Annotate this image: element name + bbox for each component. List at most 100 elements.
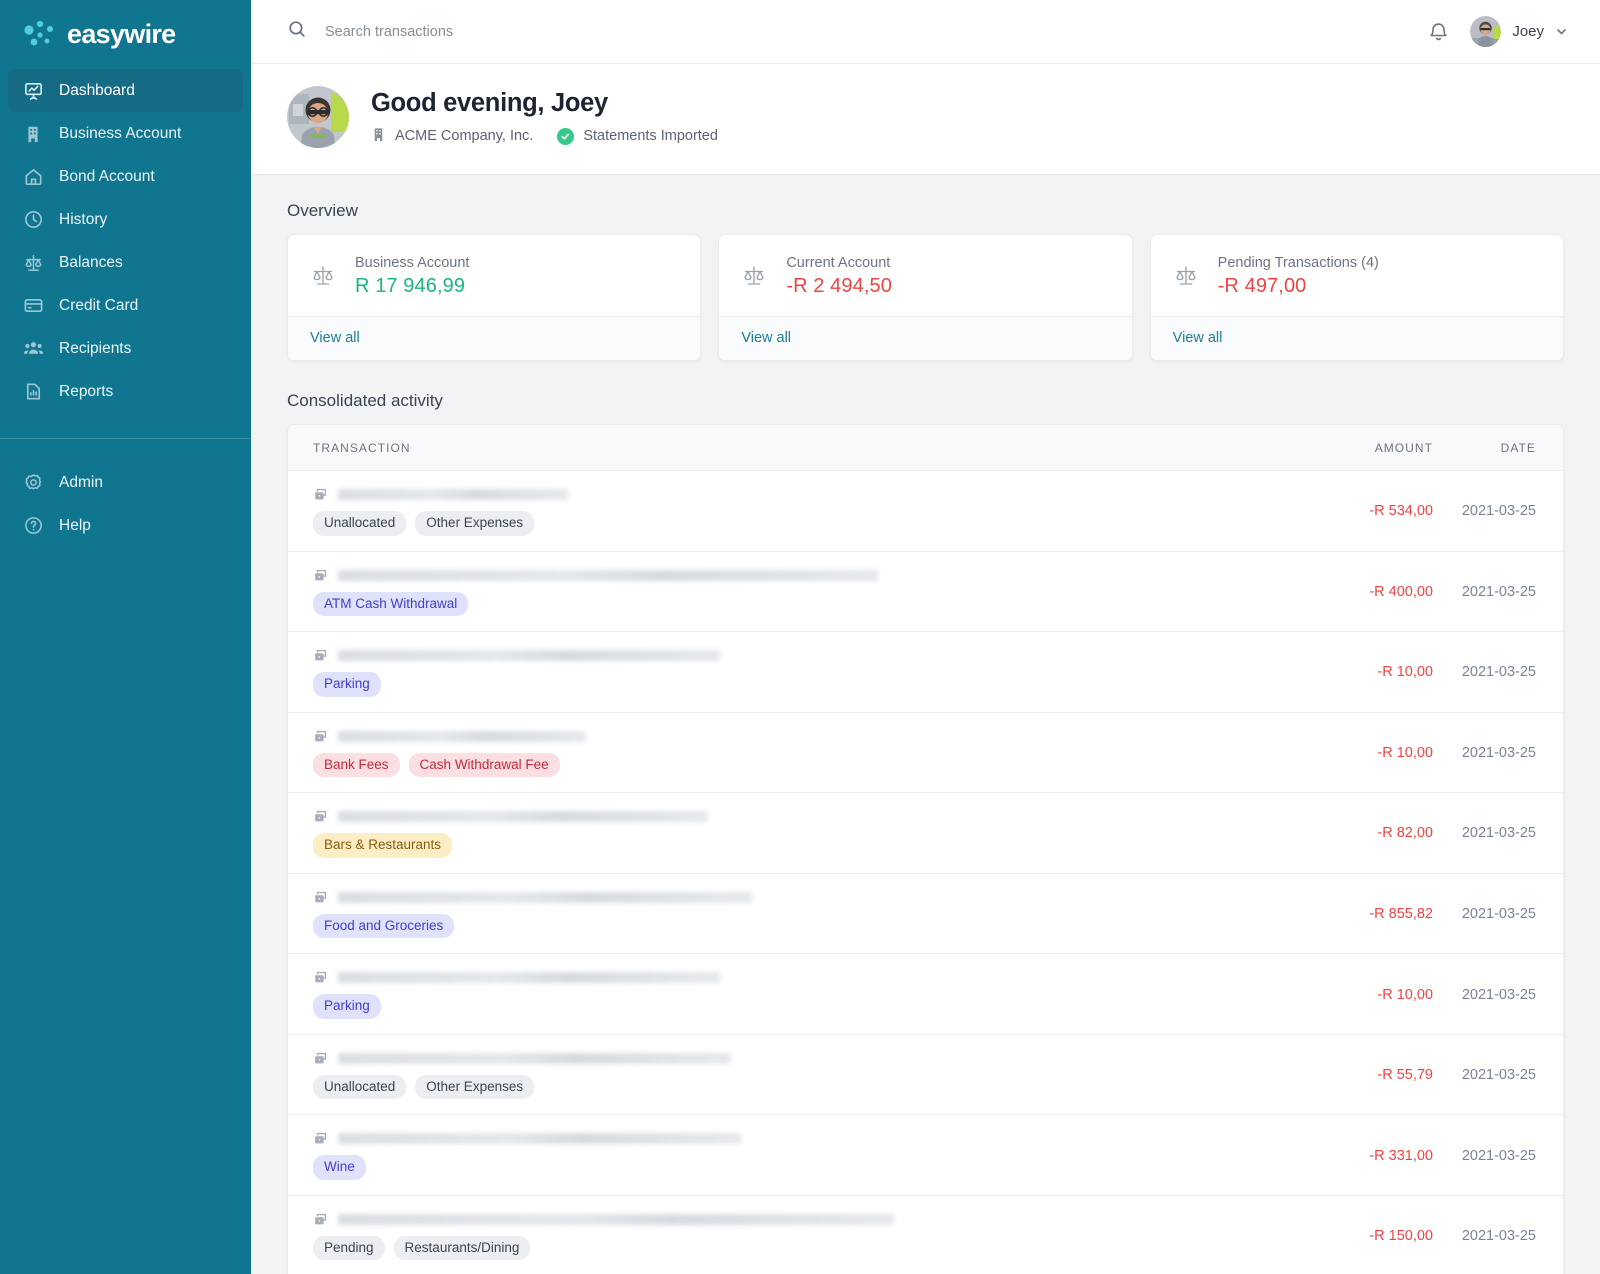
amount-cell: -R 10,00: [1288, 631, 1433, 713]
amount-cell: -R 82,00: [1288, 792, 1433, 874]
category-tag[interactable]: Bank Fees: [313, 752, 400, 778]
copy-icon[interactable]: [313, 729, 328, 744]
home-icon: [22, 166, 44, 188]
status-text: Statements Imported: [583, 128, 718, 144]
card-body: Business Account R 17 946,99: [288, 235, 700, 316]
table-row[interactable]: Parking -R 10,00 2021-03-25: [288, 631, 1563, 713]
card-footer: View all: [1150, 316, 1563, 360]
copy-icon[interactable]: [313, 1051, 328, 1066]
view-all-link[interactable]: View all: [1173, 330, 1223, 346]
redacted-description: [338, 730, 586, 742]
sidebar-item-admin[interactable]: Admin: [8, 461, 243, 504]
card-label: Current Account: [786, 255, 891, 271]
table-header-row: TRANSACTION AMOUNT DATE: [288, 425, 1563, 471]
check-circle-icon: [557, 127, 575, 145]
sidebar-item-help[interactable]: Help: [8, 504, 243, 547]
brand-logo[interactable]: easywire: [0, 0, 251, 69]
table-row[interactable]: Unallocated Other Expenses -R 534,00 2021-0…: [288, 470, 1563, 552]
table-row[interactable]: Bank Fees Cash Withdrawal Fee -R 10,00 2021…: [288, 712, 1563, 794]
transaction-cell: Wine: [288, 1114, 1288, 1196]
category-tag[interactable]: Parking: [313, 994, 381, 1019]
building-icon: [22, 123, 44, 145]
sidebar-item-reports[interactable]: Reports: [8, 370, 243, 413]
table-row[interactable]: Unallocated Other Expenses -R 55,79 2021-03…: [288, 1034, 1563, 1116]
sidebar-item-label: Bond Account: [59, 167, 155, 185]
table-row[interactable]: ATM Cash Withdrawal -R 400,00 2021-03-25: [288, 551, 1563, 633]
activity-table: TRANSACTION AMOUNT DATE Unallocated Other…: [287, 424, 1564, 1274]
sidebar-divider: [0, 438, 251, 439]
bell-icon[interactable]: [1427, 20, 1450, 43]
transaction-description: [313, 1131, 1288, 1146]
copy-icon[interactable]: [313, 890, 328, 905]
table-row[interactable]: Bars & Restaurants -R 82,00 2021-03-25: [288, 792, 1563, 874]
category-tag[interactable]: ATM Cash Withdrawal: [313, 591, 469, 617]
redacted-description: [338, 489, 568, 500]
category-tag[interactable]: Other Expenses: [415, 1074, 535, 1100]
main-area: Joey: [251, 0, 1600, 1274]
category-tag[interactable]: Unallocated: [313, 511, 407, 536]
transaction-cell: Bars & Restaurants: [288, 792, 1288, 874]
copy-icon[interactable]: [313, 648, 328, 663]
page-title: Good evening, Joey: [371, 88, 608, 117]
category-tag[interactable]: Wine: [313, 1155, 366, 1180]
category-tag[interactable]: Food and Groceries: [313, 913, 455, 939]
sidebar-item-credit-card[interactable]: Credit Card: [8, 284, 243, 327]
sidebar-item-recipients[interactable]: Recipients: [8, 327, 243, 370]
user-menu[interactable]: Joey: [1470, 16, 1568, 47]
table-row[interactable]: Pending Restaurants/Dining -R 150,00 2021-0…: [288, 1195, 1563, 1274]
overview-cards: Business Account R 17 946,99 View all Cu…: [287, 234, 1564, 361]
copy-icon[interactable]: [313, 568, 328, 583]
view-all-link[interactable]: View all: [310, 330, 360, 346]
tag-list: Bars & Restaurants: [313, 833, 1288, 858]
search-icon: [287, 19, 307, 44]
tag-list: Parking: [313, 994, 1288, 1019]
column-header-transaction: TRANSACTION: [288, 425, 1288, 471]
sidebar-item-business-account[interactable]: Business Account: [8, 112, 243, 155]
sidebar-item-history[interactable]: History: [8, 198, 243, 241]
date-cell: 2021-03-25: [1433, 551, 1563, 633]
overview-card-pending-transactions[interactable]: Pending Transactions (4) -R 497,00 View …: [1149, 234, 1564, 361]
copy-icon[interactable]: [313, 487, 328, 502]
activity-title: Consolidated activity: [287, 391, 443, 410]
chart-presentation-icon: [22, 80, 44, 102]
view-all-link[interactable]: View all: [741, 330, 791, 346]
category-tag[interactable]: Pending: [313, 1235, 385, 1261]
card-label: Business Account: [355, 255, 470, 271]
category-tag[interactable]: Bars & Restaurants: [313, 833, 453, 858]
overview-card-current-account[interactable]: Current Account -R 2 494,50 View all: [718, 234, 1133, 361]
copy-icon[interactable]: [313, 1212, 328, 1227]
overview-card-business-account[interactable]: Business Account R 17 946,99 View all: [287, 234, 702, 361]
table-row[interactable]: Wine -R 331,00 2021-03-25: [288, 1114, 1563, 1196]
amount-cell: -R 150,00: [1288, 1195, 1433, 1274]
category-tag[interactable]: Parking: [313, 672, 381, 697]
card-text: Current Account -R 2 494,50: [786, 255, 892, 298]
sidebar-item-bond-account[interactable]: Bond Account: [8, 155, 243, 198]
table-row[interactable]: Food and Groceries -R 855,82 2021-03-25: [288, 873, 1563, 955]
company-info: ACME Company, Inc.: [371, 127, 533, 146]
date-cell: 2021-03-25: [1433, 1114, 1563, 1196]
category-tag[interactable]: Cash Withdrawal Fee: [408, 752, 560, 778]
sidebar-item-dashboard[interactable]: Dashboard: [8, 69, 243, 112]
copy-icon[interactable]: [313, 1131, 328, 1146]
table-row[interactable]: Parking -R 10,00 2021-03-25: [288, 953, 1563, 1035]
brand-name: easywire: [67, 18, 176, 49]
card-label: Pending Transactions (4): [1217, 255, 1379, 271]
sidebar-item-balances[interactable]: Balances: [8, 241, 243, 284]
card-body: Current Account -R 2 494,50: [719, 235, 1131, 316]
search-input[interactable]: [325, 23, 725, 40]
card-text: Pending Transactions (4) -R 497,00: [1218, 255, 1379, 298]
copy-icon[interactable]: [313, 970, 328, 985]
transaction-cell: Bank Fees Cash Withdrawal Fee: [288, 712, 1288, 794]
category-tag[interactable]: Unallocated: [313, 1074, 407, 1100]
category-tag[interactable]: Restaurants/Dining: [393, 1235, 531, 1261]
copy-icon[interactable]: [313, 809, 328, 824]
amount-cell: -R 10,00: [1288, 712, 1433, 794]
tag-list: Unallocated Other Expenses: [313, 511, 1288, 536]
transaction-description: [313, 1212, 1288, 1227]
card-amount: -R 2 494,50: [786, 275, 892, 297]
amount-cell: -R 855,82: [1288, 873, 1433, 955]
transaction-cell: Parking: [288, 631, 1288, 713]
category-tag[interactable]: Other Expenses: [415, 511, 535, 536]
redacted-description: [338, 650, 720, 662]
document-chart-icon: [22, 381, 44, 403]
